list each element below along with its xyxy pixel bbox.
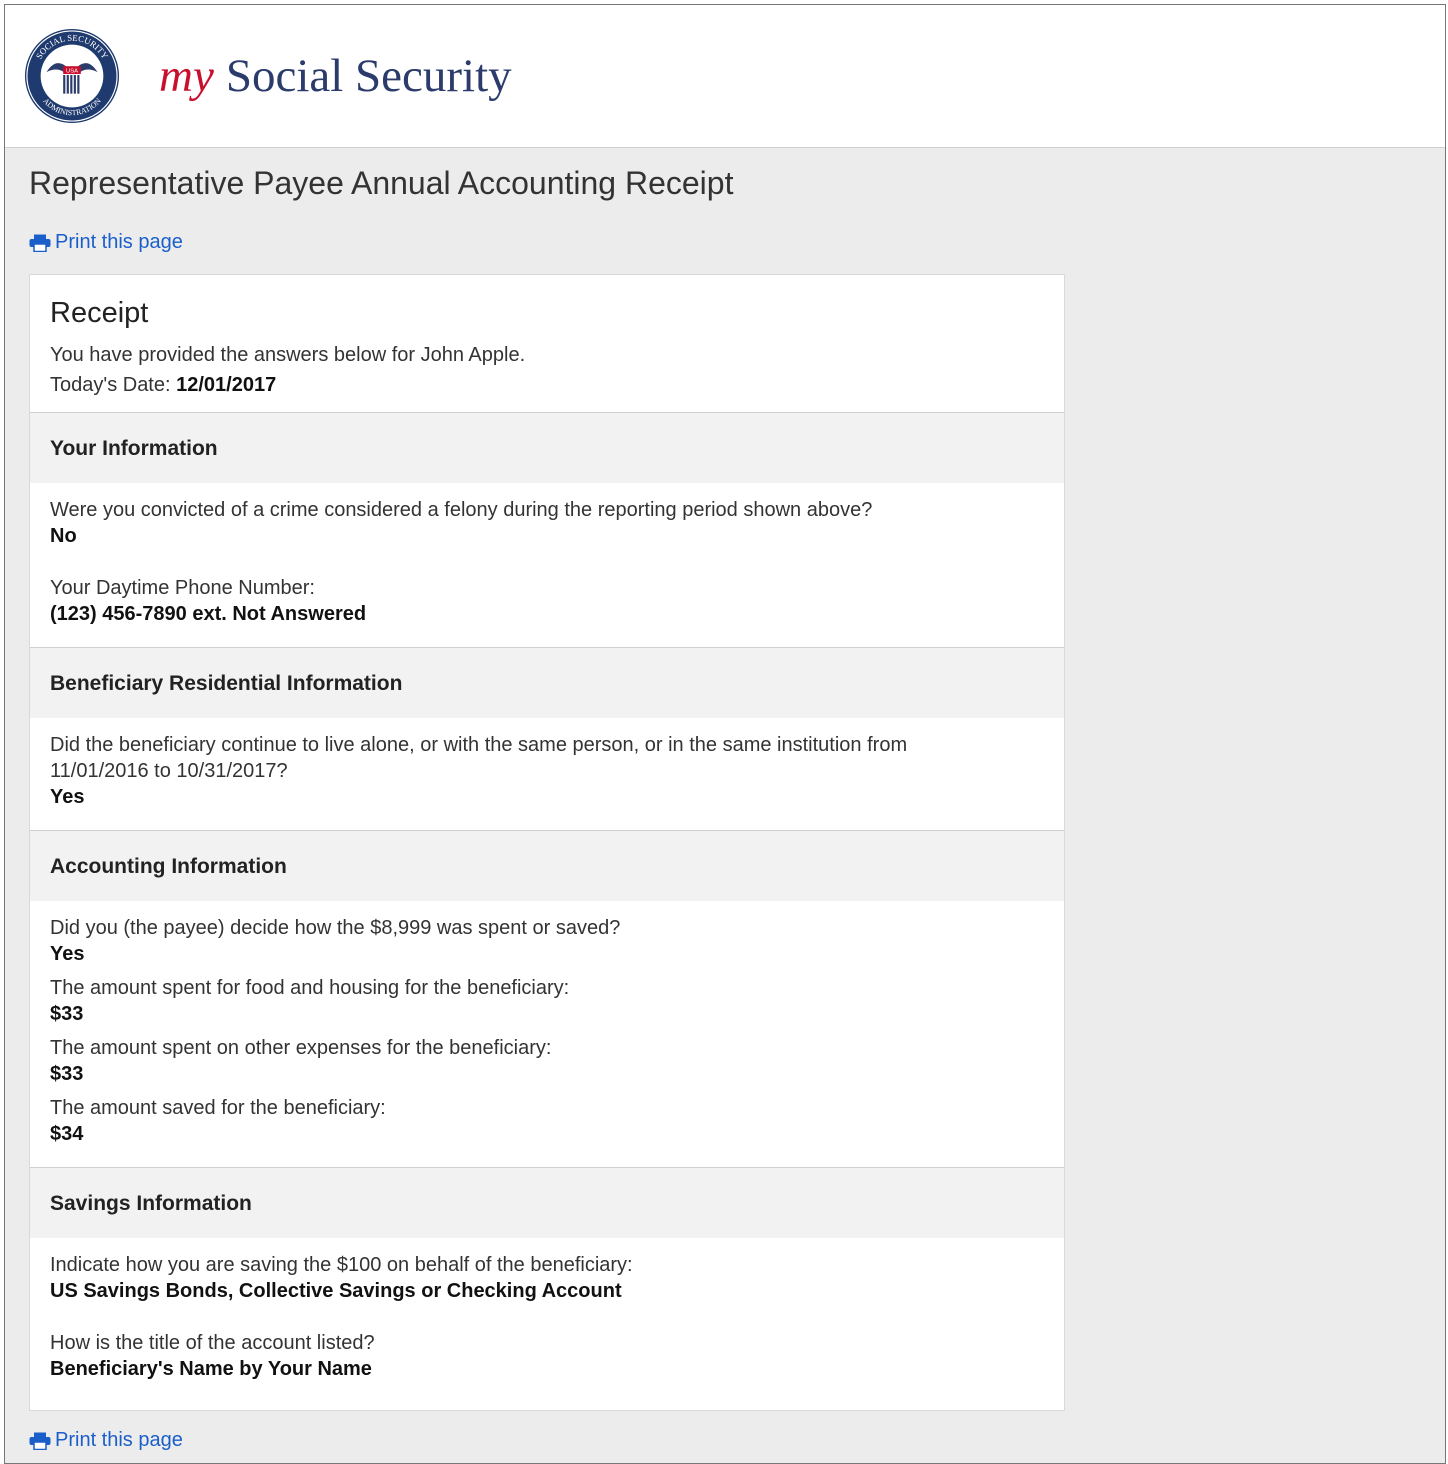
print-page-label: Print this page [55,1429,183,1451]
question-account-title: How is the title of the account listed? [50,1332,375,1354]
section-heading-accounting: Accounting Information [30,831,1064,901]
question-felony: Were you convicted of a crime considered… [50,499,873,521]
section-heading-savings: Savings Information [30,1168,1064,1238]
answer-account-title: Beneficiary's Name by Your Name [50,1358,372,1380]
receipt-heading: Receipt [50,297,149,329]
question-food-housing: The amount spent for food and housing fo… [50,977,570,999]
answer-other-expenses: $33 [50,1063,84,1085]
svg-text:USA: USA [66,69,78,75]
brand-name: Social Security [225,50,512,102]
print-page-link-top[interactable]: Print this page [29,231,183,254]
ssa-seal-icon: SOCIAL SECURITY ADMINISTRATION USA [24,28,120,124]
question-other-expenses: The amount spent on other expenses for t… [50,1037,552,1059]
receipt-card: Receipt You have provided the answers be… [29,274,1065,1411]
question-living: Did the beneficiary continue to live alo… [50,734,908,782]
printer-icon [29,1432,51,1450]
printer-icon [29,234,51,252]
page-title: Representative Payee Annual Accounting R… [29,165,734,201]
section-heading-your-information: Your Information [30,413,1064,483]
answer-saved: $34 [50,1123,84,1145]
receipt-intro: You have provided the answers below for … [50,344,526,366]
receipt-summary: Receipt You have provided the answers be… [30,275,1064,413]
site-brand: my Social Security [159,49,512,103]
section-accounting: Did you (the payee) decide how the $8,99… [30,901,1064,1168]
print-page-link-bottom[interactable]: Print this page [29,1429,183,1452]
answer-decide: Yes [50,943,85,965]
question-phone: Your Daytime Phone Number: [50,577,315,599]
site-header: SOCIAL SECURITY ADMINISTRATION USA my Soc… [5,5,1445,148]
date-value: 12/01/2017 [176,374,277,396]
print-page-label: Print this page [55,231,183,253]
receipt-date: Today's Date: 12/01/2017 [50,370,1044,400]
page-frame: SOCIAL SECURITY ADMINISTRATION USA my Soc… [4,4,1446,1464]
answer-food-housing: $33 [50,1003,84,1025]
section-residential: Did the beneficiary continue to live alo… [30,718,1064,831]
question-decide: Did you (the payee) decide how the $8,99… [50,917,621,939]
question-saved: The amount saved for the beneficiary: [50,1097,386,1119]
section-your-information: Were you convicted of a crime considered… [30,483,1064,648]
answer-saving-method: US Savings Bonds, Collective Savings or … [50,1280,622,1302]
answer-living: Yes [50,786,85,808]
question-saving-method: Indicate how you are saving the $100 on … [50,1254,633,1276]
answer-phone: (123) 456-7890 ext. Not Answered [50,603,367,625]
answer-felony: No [50,525,77,547]
date-label: Today's Date: [50,374,171,396]
section-heading-residential: Beneficiary Residential Information [30,648,1064,718]
brand-my: my [159,50,214,102]
section-savings: Indicate how you are saving the $100 on … [30,1238,1064,1410]
